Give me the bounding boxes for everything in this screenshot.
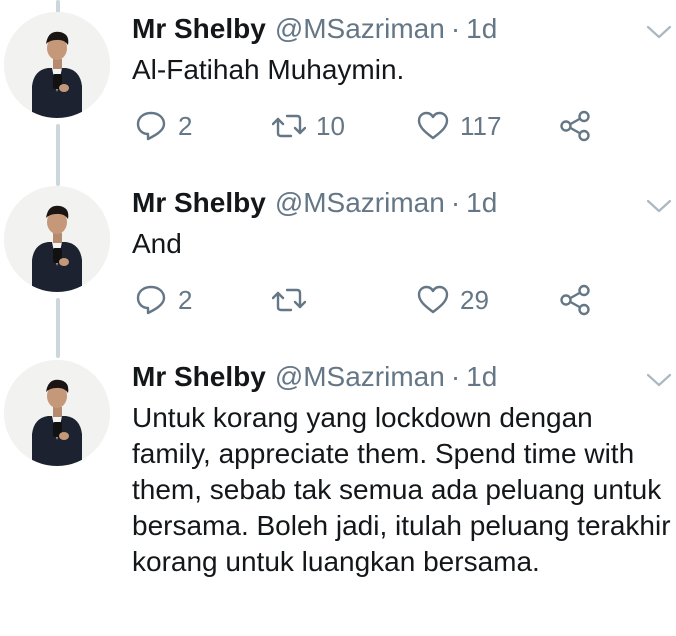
separator: ·	[450, 361, 461, 392]
user-name[interactable]: Mr Shelby	[132, 12, 266, 46]
timestamp[interactable]: 1d	[466, 360, 497, 394]
like-button[interactable]: 117	[416, 108, 501, 144]
reply-button[interactable]: 2	[134, 108, 192, 144]
share-icon	[558, 109, 592, 143]
user-handle[interactable]: @MSazriman	[275, 360, 445, 394]
retweet-icon	[272, 283, 306, 317]
reply-count: 2	[178, 285, 193, 315]
tweet[interactable]: Mr Shelby @MSazriman · 1d Al-Fatihah Muh…	[0, 0, 676, 170]
reply-icon	[134, 109, 168, 143]
share-icon	[558, 283, 592, 317]
tweet-text: Untuk korang yang lockdown dengan family…	[132, 402, 671, 577]
chevron-down-icon[interactable]	[645, 370, 673, 390]
tweet-header: Mr Shelby @MSazriman · 1d	[132, 360, 497, 394]
timestamp[interactable]: 1d	[466, 186, 497, 220]
like-count: 29	[460, 285, 489, 315]
tweet-text: Al-Fatihah Muhaymin.	[132, 54, 405, 85]
reply-button[interactable]: 2	[134, 282, 192, 318]
user-name[interactable]: Mr Shelby	[132, 186, 266, 220]
tweet-thread: Mr Shelby @MSazriman · 1d Al-Fatihah Muh…	[0, 0, 676, 636]
separator: ·	[450, 187, 461, 218]
user-name[interactable]: Mr Shelby	[132, 360, 266, 394]
like-button[interactable]: 29	[416, 282, 489, 318]
tweet-header: Mr Shelby @MSazriman · 1d	[132, 12, 497, 46]
retweet-button[interactable]: 10	[272, 108, 345, 144]
tweet[interactable]: Mr Shelby @MSazriman · 1d Untuk korang y…	[0, 348, 676, 636]
reply-count: 2	[178, 111, 193, 141]
tweet-header: Mr Shelby @MSazriman · 1d	[132, 186, 497, 220]
chevron-down-icon[interactable]	[645, 22, 673, 42]
action-bar: 2 29	[132, 282, 652, 318]
tweet[interactable]: Mr Shelby @MSazriman · 1d And 2 29	[0, 174, 676, 344]
avatar[interactable]	[4, 186, 110, 292]
reply-icon	[134, 283, 168, 317]
heart-icon	[416, 109, 450, 143]
heart-icon	[416, 283, 450, 317]
user-handle[interactable]: @MSazriman	[275, 186, 445, 220]
like-count: 117	[460, 111, 502, 141]
avatar[interactable]	[4, 360, 110, 466]
share-button[interactable]	[558, 282, 592, 318]
retweet-icon	[272, 109, 306, 143]
separator: ·	[450, 13, 461, 44]
user-handle[interactable]: @MSazriman	[275, 12, 445, 46]
retweet-button[interactable]	[272, 282, 316, 318]
chevron-down-icon[interactable]	[645, 196, 673, 216]
avatar[interactable]	[4, 12, 110, 118]
share-button[interactable]	[558, 108, 592, 144]
action-bar: 2 10 117	[132, 108, 652, 144]
timestamp[interactable]: 1d	[466, 12, 497, 46]
tweet-text: And	[132, 228, 182, 259]
retweet-count: 10	[316, 111, 345, 141]
